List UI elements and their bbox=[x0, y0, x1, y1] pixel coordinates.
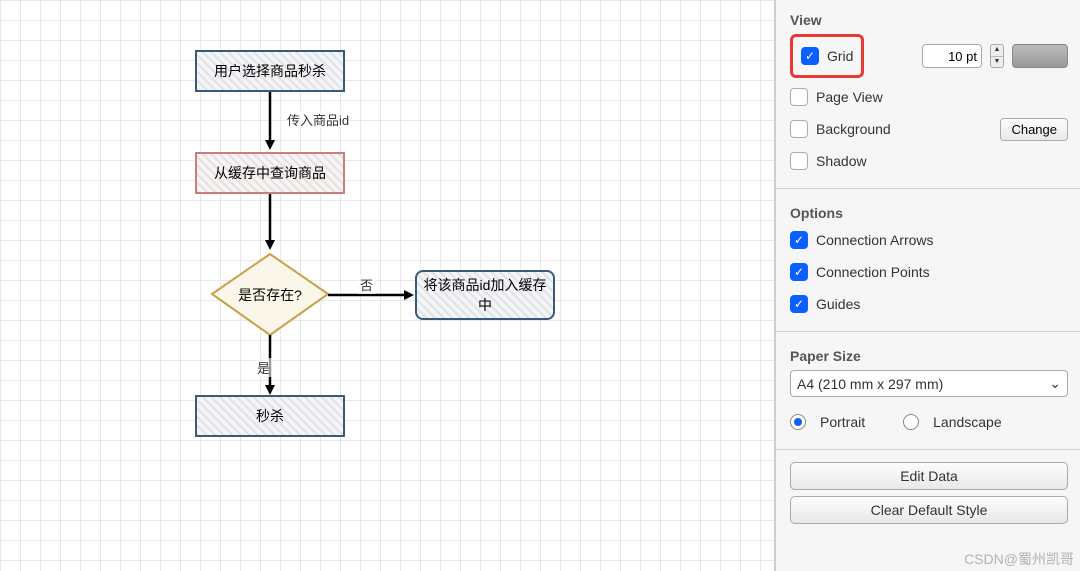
edge-label-no: 否 bbox=[358, 275, 375, 294]
grid-highlight: ✓ Grid bbox=[790, 34, 864, 78]
divider bbox=[776, 449, 1080, 450]
flow-node-query[interactable]: 从缓存中查询商品 bbox=[195, 152, 345, 194]
change-button[interactable]: Change bbox=[1000, 118, 1068, 141]
checkbox-guides[interactable]: ✓ bbox=[790, 295, 808, 313]
flow-node-cache[interactable]: 将该商品id加入缓存中 bbox=[415, 270, 555, 320]
edge-label-yes: 是 bbox=[255, 358, 272, 377]
paper-size-value: A4 (210 mm x 297 mm) bbox=[797, 376, 943, 392]
arrow bbox=[265, 92, 275, 152]
checkbox-grid[interactable]: ✓ bbox=[801, 47, 819, 65]
edge-label: 传入商品id bbox=[285, 110, 351, 129]
label-conn-arrows: Connection Arrows bbox=[816, 232, 934, 248]
arrow bbox=[265, 194, 275, 252]
divider bbox=[776, 331, 1080, 332]
grid-color-swatch[interactable] bbox=[1012, 44, 1068, 68]
checkbox-pageview[interactable] bbox=[790, 88, 808, 106]
grid-size-stepper[interactable]: ▲▼ bbox=[990, 44, 1004, 68]
section-title-options: Options bbox=[790, 205, 1068, 221]
flow-node-start[interactable]: 用户选择商品秒杀 bbox=[195, 50, 345, 92]
label-shadow: Shadow bbox=[816, 153, 867, 169]
sidebar: View ✓ Grid ▲▼ Page View Background Chan… bbox=[775, 0, 1080, 571]
checkbox-shadow[interactable] bbox=[790, 152, 808, 170]
canvas[interactable]: 用户选择商品秒杀 传入商品id 从缓存中查询商品 是否存在? 否 将该商品id加… bbox=[0, 0, 775, 571]
divider bbox=[776, 188, 1080, 189]
section-title-paper: Paper Size bbox=[790, 348, 1068, 364]
checkbox-conn-arrows[interactable]: ✓ bbox=[790, 231, 808, 249]
label-background: Background bbox=[816, 121, 891, 137]
checkbox-conn-points[interactable]: ✓ bbox=[790, 263, 808, 281]
flow-node-decision[interactable]: 是否存在? bbox=[210, 252, 330, 337]
label-pageview: Page View bbox=[816, 89, 883, 105]
grid-size-input[interactable] bbox=[922, 44, 982, 68]
section-title-view: View bbox=[790, 12, 1068, 28]
paper-size-select[interactable]: A4 (210 mm x 297 mm) ⌄ bbox=[790, 370, 1068, 397]
label-grid: Grid bbox=[827, 48, 853, 64]
node-label: 是否存在? bbox=[210, 252, 330, 337]
edit-data-button[interactable]: Edit Data bbox=[790, 462, 1068, 490]
node-label: 将该商品id加入缓存中 bbox=[423, 275, 547, 315]
label-guides: Guides bbox=[816, 296, 860, 312]
node-label: 秒杀 bbox=[256, 406, 284, 426]
flow-node-seckill[interactable]: 秒杀 bbox=[195, 395, 345, 437]
radio-portrait[interactable] bbox=[790, 414, 806, 430]
checkbox-background[interactable] bbox=[790, 120, 808, 138]
label-conn-points: Connection Points bbox=[816, 264, 930, 280]
node-label: 从缓存中查询商品 bbox=[214, 163, 326, 183]
node-label: 用户选择商品秒杀 bbox=[214, 61, 326, 81]
chevron-down-icon: ⌄ bbox=[1049, 375, 1061, 392]
clear-style-button[interactable]: Clear Default Style bbox=[790, 496, 1068, 524]
label-landscape: Landscape bbox=[933, 414, 1002, 430]
radio-landscape[interactable] bbox=[903, 414, 919, 430]
label-portrait: Portrait bbox=[820, 414, 865, 430]
